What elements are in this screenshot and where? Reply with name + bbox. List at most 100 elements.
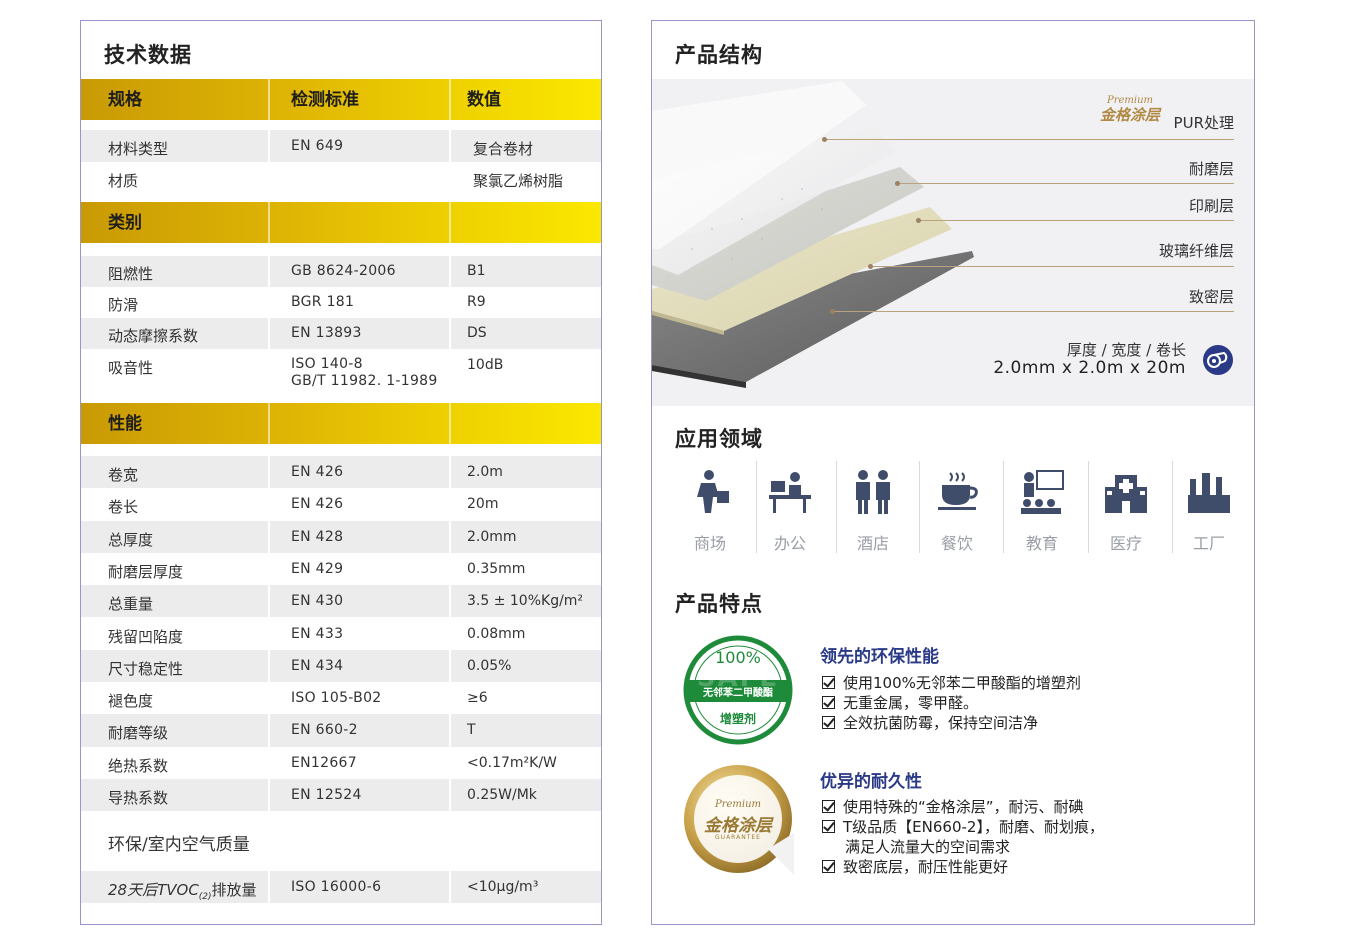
feature1-title: 领先的环保性能	[820, 647, 939, 667]
office-icon	[767, 469, 813, 515]
table-row: 阻燃性 GB 8624-2006 B1	[81, 256, 601, 287]
tvoc-label: 28天后TVOC	[108, 881, 199, 899]
env-quality-label: 环保/室内空气质量	[108, 835, 250, 855]
row-standard: EN 428	[291, 528, 344, 545]
table-header: 规格 检测标准 数值	[81, 79, 601, 120]
table-row: 卷宽 EN 426 2.0m	[81, 456, 601, 489]
group-header-label: 性能	[108, 414, 142, 434]
row-standard: EN 433	[291, 625, 344, 642]
application-item-1: 办公	[748, 461, 832, 553]
table-row: 材料类型 EN 649 复合卷材	[81, 130, 601, 162]
feature1-item: 全效抗菌防霉，保持空间洁净	[822, 712, 1038, 733]
row-name: 尺寸稳定性	[108, 659, 184, 678]
group-header-performance: 性能	[81, 403, 601, 444]
technical-data-title: 技术数据	[104, 43, 192, 67]
checkbox-icon	[822, 860, 835, 873]
feature2-item: 使用特殊的“金格涂层”，耐污、耐碘	[822, 796, 1084, 817]
layer-label-pur: PUR处理	[1173, 114, 1234, 132]
row-value: <10μg/m³	[467, 879, 539, 895]
feature1-item: 无重金属，零甲醛。	[822, 692, 978, 713]
factory-icon	[1186, 469, 1232, 515]
row-standard: GB 8624-2006	[291, 263, 396, 279]
row-standard: EN 12524	[291, 787, 362, 803]
row-value: 0.35mm	[467, 560, 526, 577]
table-row: 材质 聚氯乙烯树脂	[81, 162, 601, 198]
row-name: 28天后TVOC(2)排放量	[108, 879, 257, 902]
application-label: 工厂	[1192, 534, 1225, 553]
dimensions-value: 2.0mm x 2.0m x 20m	[993, 358, 1186, 378]
layer-label-fiberglass: 玻璃纤维层	[1158, 242, 1234, 260]
table-row: 卷长 EN 426 20m	[81, 488, 601, 520]
row-standard: BGR 181	[291, 294, 355, 310]
feature2-item: 致密底层，耐压性能更好	[822, 856, 1008, 877]
structure-diagram: Premium 金格涂层 PUR处理 耐磨层 印刷层 玻璃纤维层 致密层 厚度 …	[652, 79, 1254, 406]
row-name: 耐磨层厚度	[108, 562, 184, 581]
features-title: 产品特点	[675, 592, 763, 616]
row-name: 总重量	[108, 595, 154, 614]
row-standard-line2: GB/T 11982. 1-1989	[291, 373, 438, 389]
checkbox-icon	[822, 676, 835, 689]
table-row: 导热系数 EN 12524 0.25W/Mk	[81, 779, 601, 812]
feature-text: 无重金属，零甲醛。	[843, 694, 979, 712]
table-row: 绝热系数 EN12667 <0.17m²K/W	[81, 747, 601, 779]
feature-text: 使用100%无邻苯二甲酸酯的增塑剂	[843, 674, 1081, 692]
row-value: 0.05%	[467, 657, 512, 674]
row-name: 材质	[108, 172, 139, 190]
application-item-0: 商场	[668, 461, 752, 553]
feature2-item-continued: 满足人流量大的空间需求	[845, 838, 1011, 856]
layer-label-dense: 致密层	[1188, 288, 1234, 306]
row-standard: EN 434	[291, 657, 344, 674]
row-standard: EN 426	[291, 496, 344, 513]
row-value: 0.08mm	[467, 625, 526, 642]
checkbox-icon	[822, 716, 835, 729]
table-row: 28天后TVOC(2)排放量 ISO 16000-6 <10μg/m³	[81, 871, 601, 903]
application-item-5: 医疗	[1084, 461, 1168, 553]
row-value: <0.17m²K/W	[467, 754, 557, 771]
row-name: 卷长	[108, 498, 139, 517]
col-header-standard: 检测标准	[291, 90, 359, 110]
row-value: T	[467, 722, 476, 739]
row-standard: EN 660-2	[291, 722, 358, 739]
badge2-bottom: GUARANTEE	[715, 834, 761, 841]
row-name: 吸音性	[108, 359, 154, 377]
hospital-icon	[1103, 469, 1149, 515]
application-label: 酒店	[856, 534, 889, 553]
table-row: 残留凹陷度 EN 433 0.08mm	[81, 618, 601, 650]
feature-text: 致密底层，耐压性能更好	[843, 858, 1009, 876]
application-label: 商场	[693, 534, 726, 553]
row-value: 10dB	[467, 357, 504, 373]
table-row: 总重量 EN 430 3.5 ± 10%Kg/m²	[81, 585, 601, 618]
feature1-item: 使用100%无邻苯二甲酸酯的增塑剂	[822, 672, 1081, 693]
row-standard: EN12667	[291, 754, 357, 771]
feature2-title: 优异的耐久性	[820, 772, 922, 792]
application-title: 应用领域	[675, 427, 763, 451]
row-standard-line1: ISO 140-8	[291, 356, 363, 372]
tvoc-suffix: 排放量	[211, 881, 257, 899]
technical-data-panel: 技术数据 规格 检测标准 数值 材料类型 EN 649 复合卷材 材质 聚氯乙烯…	[80, 20, 602, 925]
dimensions-label: 厚度 / 宽度 / 卷长	[1066, 341, 1186, 359]
table-row: 防滑 BGR 181 R9	[81, 287, 601, 318]
row-name: 动态摩擦系数	[108, 327, 199, 345]
premium-coating-logo: Premium 金格涂层	[1100, 95, 1160, 125]
table-row: 总厚度 EN 428 2.0mm	[81, 520, 601, 553]
row-standard: ISO 105-B02	[291, 690, 382, 707]
application-item-3: 餐饮	[915, 461, 999, 553]
row-standard: EN 429	[291, 560, 344, 577]
row-value: 2.0mm	[467, 528, 517, 545]
table-row: 耐磨等级 EN 660-2 T	[81, 714, 601, 747]
badge1-text: 无邻苯二甲酸酯	[703, 688, 773, 699]
checkbox-icon	[822, 696, 835, 709]
badge1-bottom: 增塑剂	[719, 712, 756, 726]
row-name: 褪色度	[108, 692, 154, 711]
row-standard: ISO 140-8 GB/T 11982. 1-1989	[291, 356, 438, 390]
application-label: 餐饮	[940, 534, 973, 553]
row-name: 阻燃性	[108, 265, 154, 283]
shopping-icon	[687, 469, 733, 515]
row-name: 卷宽	[108, 466, 139, 484]
application-label: 教育	[1025, 534, 1058, 553]
hotel-icon	[850, 469, 896, 515]
coffee-cup-icon	[934, 469, 980, 515]
row-value: R9	[467, 294, 486, 310]
table-row: 动态摩擦系数 EN 13893 DS	[81, 318, 601, 349]
structure-title: 产品结构	[675, 43, 763, 67]
